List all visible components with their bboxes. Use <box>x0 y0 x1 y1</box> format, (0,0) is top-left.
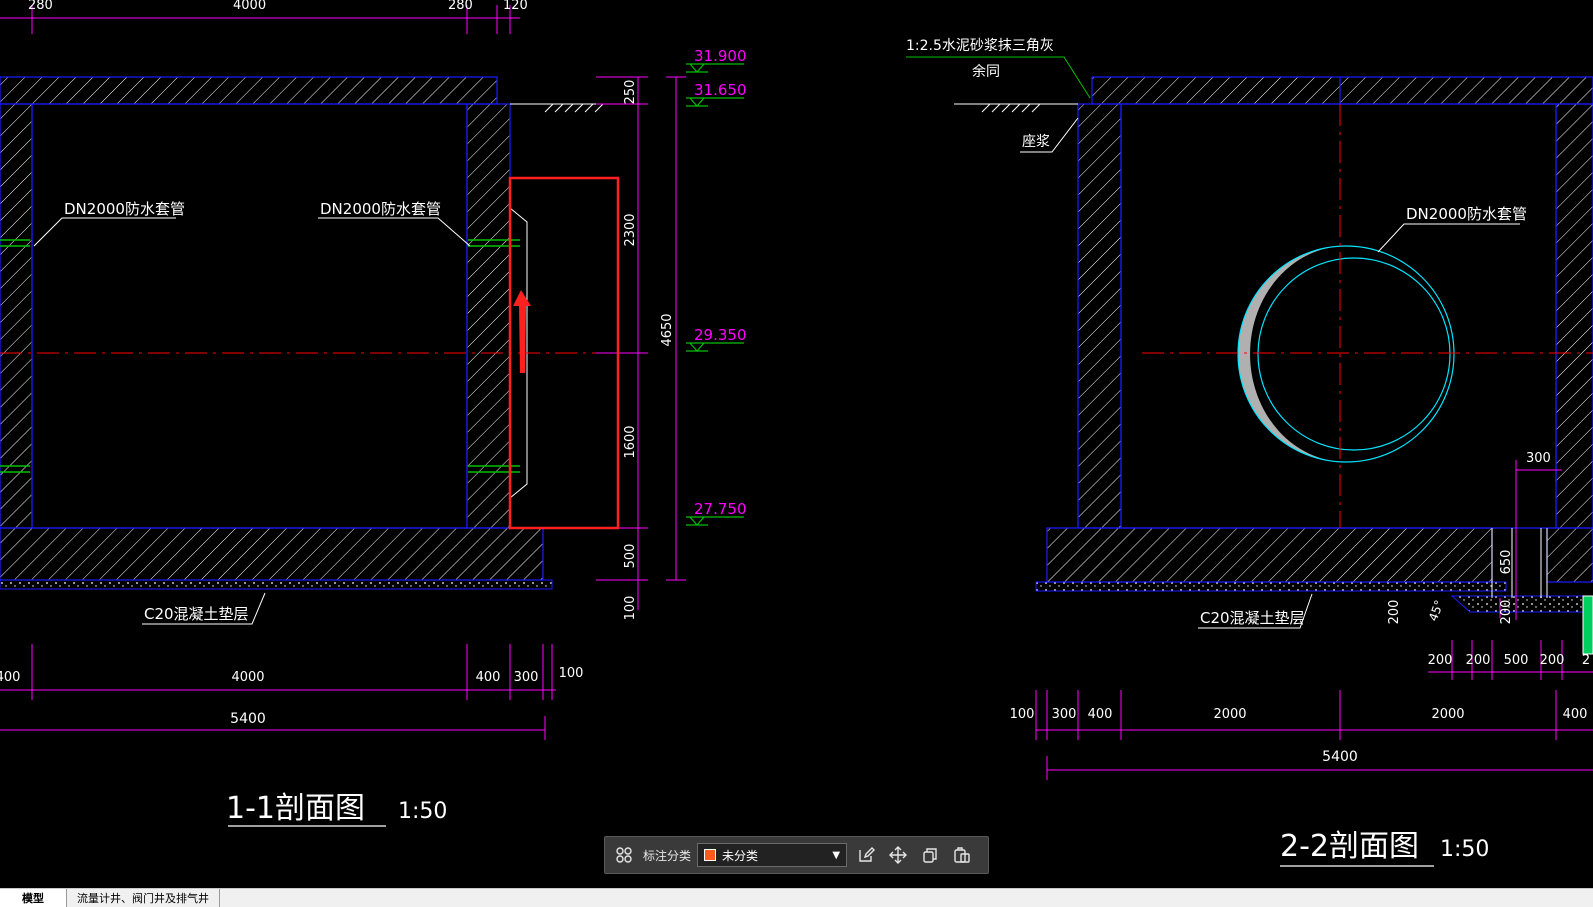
main-dim-400-b: 400 <box>1563 707 1588 722</box>
main-dim-2000-b: 2000 <box>1431 707 1464 722</box>
chevron-down-icon: ▼ <box>832 849 841 861</box>
bdim-400-left: 400 <box>0 670 20 685</box>
top-dim-4: 120 <box>503 0 528 13</box>
vdim-250: 250 <box>623 80 638 105</box>
sump-dim-200-b: 200 <box>1499 600 1514 625</box>
bdim-total-5400: 5400 <box>230 711 266 727</box>
pipe-label-right: DN2000防水套管 <box>320 200 441 218</box>
move-icon[interactable] <box>885 842 911 868</box>
mortar-label: 座浆 <box>1022 134 1050 150</box>
vdim-2300: 2300 <box>623 213 638 246</box>
highlight-arrow-icon <box>513 290 531 373</box>
sump-dim-300: 300 <box>1526 451 1551 466</box>
elevation-4: 27.750 <box>694 500 747 518</box>
tab-layout-1[interactable]: 流量计井、阀门井及排气井 <box>67 889 220 907</box>
cad-drawing-canvas[interactable]: DN2000防水套管 DN2000防水套管 C20混凝土垫层 280 4000 … <box>0 0 1593 888</box>
layout-tabs: 模型 流量计井、阀门井及排气井 <box>0 888 1593 907</box>
elevation-2: 31.650 <box>694 81 747 99</box>
green-marker <box>1582 595 1593 655</box>
bdim-400-right: 400 <box>476 670 501 685</box>
top-dim-1: 280 <box>28 0 53 13</box>
copy-icon[interactable] <box>917 842 943 868</box>
top-dim-3: 280 <box>448 0 473 13</box>
category-swatch <box>704 849 717 861</box>
section-2-2-scale: 1:50 <box>1440 837 1489 862</box>
category-label: 标注分类 <box>643 848 692 863</box>
section-2-2-title: 2-2剖面图 <box>1280 829 1419 864</box>
bdim-300: 300 <box>514 670 539 685</box>
section-1-1-scale: 1:50 <box>398 799 447 824</box>
elevation-3: 29.350 <box>694 326 747 344</box>
edit-icon[interactable] <box>853 842 879 868</box>
sump-dim-650: 650 <box>1499 550 1514 575</box>
small-dim-2: 200 <box>1466 653 1491 668</box>
pipe-sleeve-inner <box>1257 257 1451 451</box>
small-dim-5: 2 <box>1582 653 1590 668</box>
small-dim-1: 200 <box>1428 653 1453 668</box>
small-dim-4: 200 <box>1540 653 1565 668</box>
vdim-500: 500 <box>623 544 638 569</box>
elevation-1: 31.900 <box>694 47 747 65</box>
vdim-total-4650: 4650 <box>660 313 675 346</box>
bdim-100: 100 <box>559 666 584 681</box>
pipe-label-2-2: DN2000防水套管 <box>1406 205 1527 223</box>
pipe-label-left: DN2000防水套管 <box>64 200 185 218</box>
main-dim-2000-a: 2000 <box>1213 707 1246 722</box>
small-dim-3: 500 <box>1504 653 1529 668</box>
cushion-label-right: C20混凝土垫层 <box>1200 609 1305 627</box>
category-selected-value: 未分类 <box>722 848 759 863</box>
top-dim-2: 4000 <box>233 0 266 13</box>
sump-dim-200-a: 200 <box>1387 600 1402 625</box>
section-2-2: DN2000防水套管 1:2.5水泥砂浆抹三角灰 余同 座浆 C20混凝土垫层 … <box>906 38 1593 867</box>
section-1-1-title: 1-1剖面图 <box>226 791 365 826</box>
section-1-1-cushion-layer <box>0 579 553 590</box>
paste-icon[interactable] <box>949 842 975 868</box>
main-dim-total: 5400 <box>1322 749 1358 765</box>
tab-model[interactable]: 模型 <box>0 889 67 907</box>
sump-dim-angle: 45° <box>1426 598 1446 623</box>
note-line-2: 余同 <box>972 63 1000 80</box>
cushion-label-left: C20混凝土垫层 <box>144 605 249 623</box>
note-line-1: 1:2.5水泥砂浆抹三角灰 <box>906 38 1054 54</box>
category-select[interactable]: 未分类 ▼ <box>697 843 848 867</box>
vdim-1600: 1600 <box>623 425 638 458</box>
main-dim-100: 100 <box>1010 707 1035 722</box>
main-dim-400: 400 <box>1088 707 1113 722</box>
annotation-toolbar: 标注分类 未分类 ▼ <box>604 836 989 874</box>
grid-apps-icon[interactable] <box>611 842 637 868</box>
bdim-4000: 4000 <box>231 670 264 685</box>
main-dim-300: 300 <box>1052 707 1077 722</box>
vdim-100: 100 <box>623 596 638 621</box>
section-1-1: DN2000防水套管 DN2000防水套管 C20混凝土垫层 280 4000 … <box>0 0 747 827</box>
section-1-1-concrete <box>0 76 544 581</box>
